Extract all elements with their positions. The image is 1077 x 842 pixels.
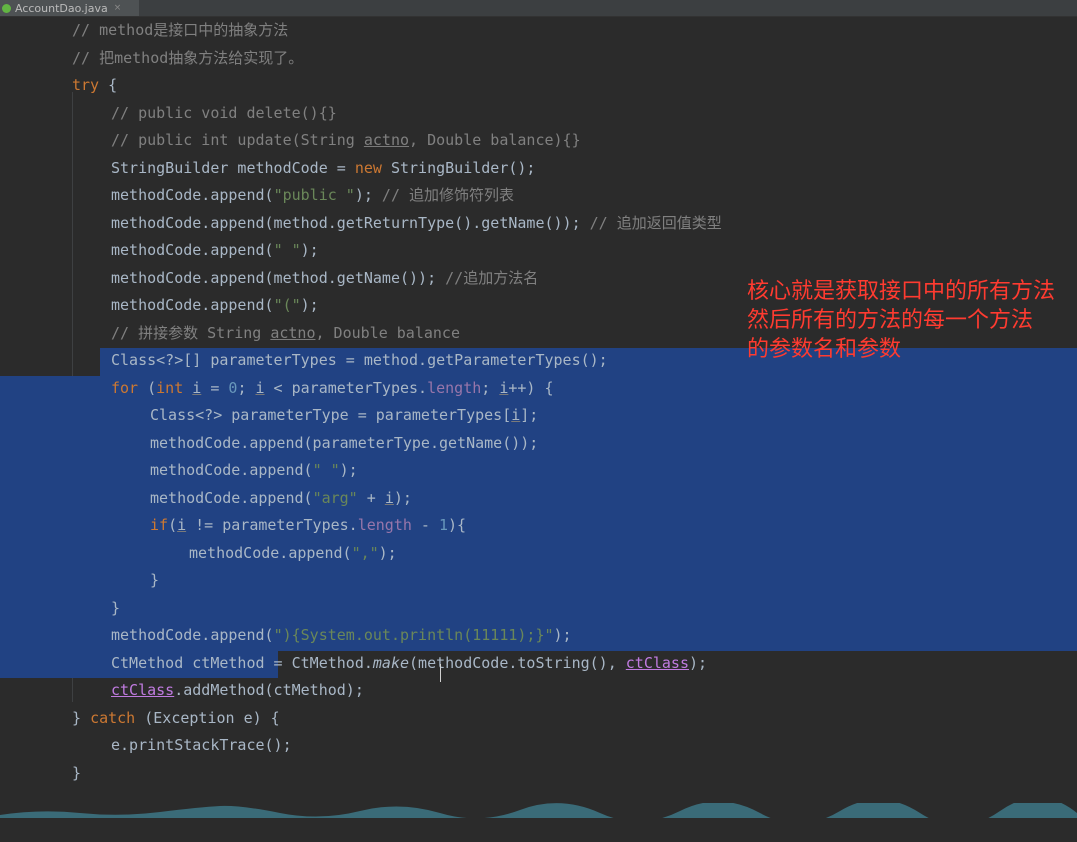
code-line: ctClass.addMethod(ctMethod); bbox=[111, 681, 364, 699]
code-line: methodCode.append(method.getReturnType()… bbox=[111, 213, 722, 232]
code-line: try { bbox=[72, 76, 118, 94]
code-line: if(i != parameterTypes.length - 1){ bbox=[150, 516, 467, 534]
red-annotation-note: 核心就是获取接口中的所有方法 然后所有的方法的每一个方法 的参数名和参数 bbox=[747, 279, 1056, 362]
code-line: methodCode.append(" "); bbox=[150, 461, 358, 479]
tab-filename: AccountDao.java bbox=[15, 1, 108, 15]
code-line: e.printStackTrace(); bbox=[111, 736, 292, 754]
code-line: // public void delete(){} bbox=[111, 103, 337, 122]
code-line: methodCode.append("arg" + i); bbox=[150, 488, 412, 507]
video-progress-wave bbox=[0, 803, 1077, 818]
close-icon[interactable]: × bbox=[114, 3, 122, 13]
code-line: } catch (Exception e) { bbox=[72, 708, 280, 727]
code-line: for (int i = 0; i < parameterTypes.lengt… bbox=[111, 378, 554, 397]
editor-tab-accountdao[interactable]: AccountDao.java × bbox=[0, 0, 140, 16]
code-line: } bbox=[111, 598, 121, 617]
code-line: CtMethod ctMethod = CtMethod.make(method… bbox=[111, 653, 708, 672]
code-line: // 把method抽象方法给实现了。 bbox=[72, 48, 304, 67]
code-line: methodCode.append("){System.out.println(… bbox=[111, 626, 572, 644]
code-line: } bbox=[150, 571, 160, 589]
code-line: Class<?> parameterType = parameterTypes[… bbox=[150, 406, 539, 424]
text-cursor-icon bbox=[440, 664, 441, 682]
code-line: methodCode.append(","); bbox=[189, 543, 397, 562]
code-line: methodCode.append(" "); bbox=[111, 241, 319, 259]
editor-tab-bar: AccountDao.java × bbox=[0, 0, 1077, 17]
java-file-icon bbox=[2, 3, 11, 13]
code-line: methodCode.append("public "); // 追加修饰符列表 bbox=[111, 186, 515, 204]
code-line: // method是接口中的抽象方法 bbox=[72, 21, 289, 39]
code-line: methodCode.append(parameterType.getName(… bbox=[150, 433, 539, 452]
code-line: StringBuilder methodCode = new StringBui… bbox=[111, 158, 536, 177]
code-line: } bbox=[72, 763, 82, 782]
code-line: // public int update(String actno, Doubl… bbox=[111, 131, 581, 149]
code-editor[interactable]: // method是接口中的抽象方法 // 把method抽象方法给实现了。 t… bbox=[0, 17, 1077, 797]
